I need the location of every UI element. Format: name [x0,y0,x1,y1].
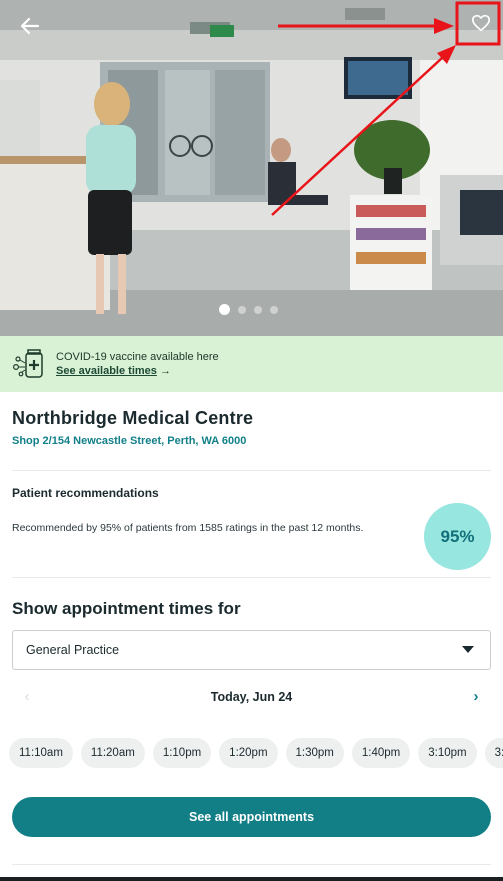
time-slot[interactable]: 1:20pm [219,738,278,768]
caret-down-icon [462,646,474,653]
time-slot[interactable]: 11:20am [80,738,145,768]
carousel-dot[interactable] [238,305,246,314]
favorite-button[interactable] [465,8,497,38]
divider [12,577,491,578]
time-slot[interactable]: 11:10am [9,738,73,768]
heart-outline-icon [472,14,490,32]
chevron-left-icon[interactable]: ‹ [18,688,36,706]
hero-image [0,0,503,336]
divider [12,470,491,471]
recommendations-title: Patient recommendations [12,486,159,500]
practice-name: Northbridge Medical Centre [12,408,254,428]
date-label: Today, Jun 24 [210,690,293,704]
carousel-dot[interactable] [270,305,278,314]
time-slot[interactable]: 1:30pm [285,738,344,768]
time-slot[interactable]: 3:10pm [418,738,477,768]
clinic-photo [0,0,503,336]
carousel-indicator[interactable] [219,304,278,315]
chevron-right-icon[interactable]: › [467,688,485,706]
recommendation-percentage: 95% [440,526,475,546]
service-select[interactable]: General Practice [12,630,491,670]
covid-text-block: COVID-19 vaccine available here See avai… [56,350,219,378]
covid-banner: COVID-19 vaccine available here See avai… [0,336,503,392]
arrow-right-icon: → [159,365,171,377]
recommendation-badge: 95% [424,503,491,570]
divider [12,864,491,865]
time-slot[interactable]: 1:10pm [152,738,212,768]
appointment-section-title: Show appointment times for [12,599,241,618]
recommendations-text: Recommended by 95% of patients from 1585… [12,522,364,534]
carousel-dot[interactable] [254,305,262,314]
see-available-times-link[interactable]: See available times [56,365,157,377]
time-slot-list: 11:10am 11:20am 1:10pm 1:20pm 1:30pm 1:40pm 3:… [9,738,503,768]
arrow-left-icon [20,17,40,35]
covid-title: COVID-19 vaccine available here [56,351,219,363]
bottom-edge [0,877,503,881]
see-all-appointments-button[interactable]: See all appointments [12,797,491,837]
vaccine-icon [12,349,43,378]
time-slot[interactable]: 1:40pm [351,738,411,768]
date-navigator: ‹ Today, Jun 24 › [12,684,491,710]
service-select-value: General Practice [26,643,120,657]
back-button[interactable] [14,12,46,40]
practice-address[interactable]: Shop 2/154 Newcastle Street, Perth, WA 6… [12,435,246,447]
time-slot[interactable]: 3:20pm [484,738,503,768]
carousel-dot[interactable] [219,304,230,315]
